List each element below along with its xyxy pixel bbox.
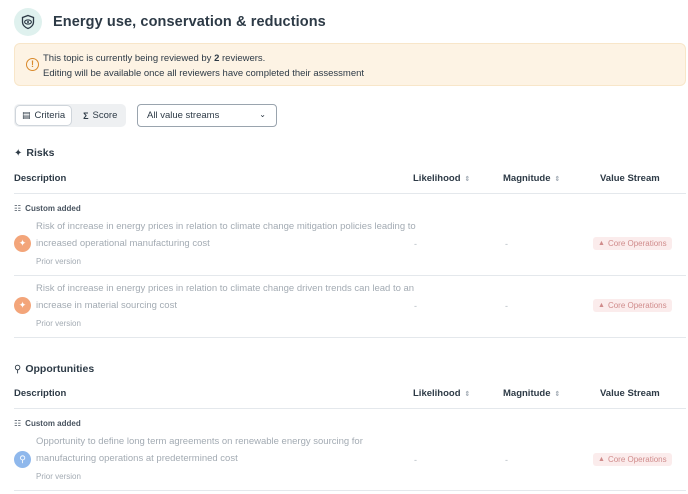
likelihood-value: - xyxy=(414,301,417,311)
custom-icon: ☷ xyxy=(14,419,22,428)
opportunities-section-title: ⚲ Opportunities xyxy=(14,363,95,375)
divider xyxy=(14,275,686,276)
factory-icon: ▲ xyxy=(598,302,605,309)
risk-icon: ✦ xyxy=(14,297,31,314)
risk-description[interactable]: Risk of increase in energy prices in rel… xyxy=(36,281,416,314)
magnitude-value: - xyxy=(505,455,508,465)
col-magnitude[interactable]: Magnitude ⇕ xyxy=(503,388,560,399)
bolt-icon: ✦ xyxy=(14,147,23,159)
review-banner: ! This topic is currently being reviewed… xyxy=(14,43,686,86)
factory-icon: ▲ xyxy=(598,456,605,463)
col-likelihood[interactable]: Likelihood ⇕ xyxy=(413,388,470,399)
custom-added-label: ☷ Custom added xyxy=(14,419,81,428)
value-stream-select[interactable]: All value streams ⌄ xyxy=(137,104,277,127)
value-stream-tag: ▲ Core Operations xyxy=(593,453,672,466)
factory-icon: ▲ xyxy=(598,240,605,247)
eye-shield-icon xyxy=(14,8,42,36)
likelihood-value: - xyxy=(414,239,417,249)
divider xyxy=(14,490,686,491)
banner-line-2: Editing will be available once all revie… xyxy=(43,68,365,79)
warning-icon: ! xyxy=(26,58,39,71)
col-description: Description xyxy=(14,388,67,399)
prior-version-label[interactable]: Prior version xyxy=(36,257,81,266)
sort-icon: ⇕ xyxy=(464,176,471,183)
risks-section-title: ✦ Risks xyxy=(14,147,55,159)
col-likelihood[interactable]: Likelihood ⇕ xyxy=(413,173,470,184)
risk-icon: ✦ xyxy=(14,235,31,252)
opportunity-icon: ⚲ xyxy=(14,451,31,468)
sort-icon: ⇕ xyxy=(554,391,561,398)
prior-version-label[interactable]: Prior version xyxy=(36,472,81,481)
likelihood-value: - xyxy=(414,455,417,465)
divider xyxy=(14,193,686,194)
list-icon: ▤ xyxy=(22,110,31,120)
magnitude-value: - xyxy=(505,239,508,249)
page-title: Energy use, conservation & reductions xyxy=(53,14,326,30)
custom-added-label: ☷ Custom added xyxy=(14,204,81,213)
lightbulb-icon: ⚲ xyxy=(14,363,22,375)
col-magnitude[interactable]: Magnitude ⇕ xyxy=(503,173,560,184)
chevron-down-icon: ⌄ xyxy=(259,110,266,119)
divider xyxy=(14,408,686,409)
criteria-tab[interactable]: ▤ Criteria xyxy=(16,106,72,125)
custom-icon: ☷ xyxy=(14,204,22,213)
col-value-stream: Value Stream xyxy=(600,388,660,399)
risk-description[interactable]: Risk of increase in energy prices in rel… xyxy=(36,219,416,252)
page-header: Energy use, conservation & reductions xyxy=(14,8,326,36)
sigma-icon: Σ xyxy=(83,110,89,121)
score-tab[interactable]: Σ Score xyxy=(77,106,123,125)
value-stream-tag: ▲ Core Operations xyxy=(593,237,672,250)
col-value-stream: Value Stream xyxy=(600,173,660,184)
magnitude-value: - xyxy=(505,301,508,311)
view-toggle: ▤ Criteria Σ Score xyxy=(14,104,126,127)
prior-version-label[interactable]: Prior version xyxy=(36,319,81,328)
value-stream-tag: ▲ Core Operations xyxy=(593,299,672,312)
sort-icon: ⇕ xyxy=(554,176,561,183)
opportunity-description[interactable]: Opportunity to define long term agreemen… xyxy=(36,434,416,467)
banner-line-1: This topic is currently being reviewed b… xyxy=(43,53,266,64)
col-description: Description xyxy=(14,173,67,184)
divider xyxy=(14,337,686,338)
sort-icon: ⇕ xyxy=(464,391,471,398)
